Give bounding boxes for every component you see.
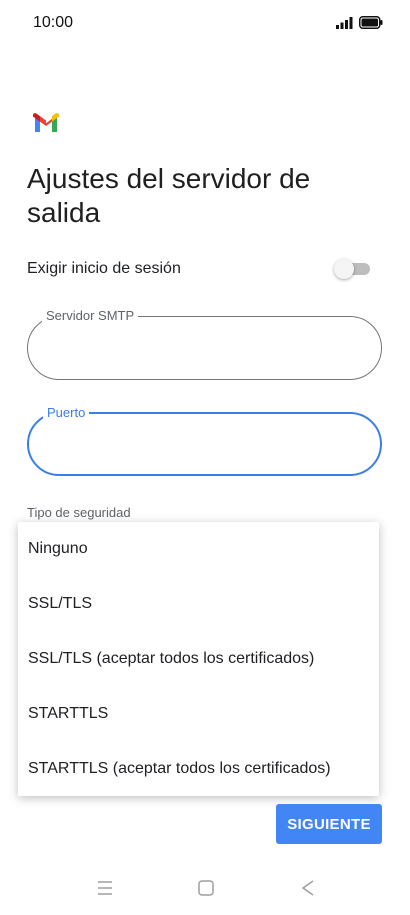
security-type-dropdown: Ninguno SSL/TLS SSL/TLS (aceptar todos l… [18,522,379,796]
security-option-ssl-tls-all-certs[interactable]: SSL/TLS (aceptar todos los certificados) [28,632,314,686]
security-option-none[interactable]: Ninguno [28,522,88,576]
port-field[interactable]: Puerto [27,405,382,476]
back-icon[interactable] [296,876,320,900]
smtp-server-field[interactable]: Servidor SMTP [27,308,382,380]
signal-icon [336,16,353,29]
security-option-starttls-all-certs[interactable]: STARTTLS (aceptar todos los certificados… [28,742,331,796]
port-label: Puerto [43,405,90,420]
smtp-server-label: Servidor SMTP [42,308,139,323]
toggle-thumb [334,259,354,279]
status-time: 10:00 [33,14,74,31]
home-icon[interactable] [194,876,218,900]
recent-apps-icon[interactable] [93,876,117,900]
require-signin-toggle[interactable] [334,259,372,279]
security-type-label: Tipo de seguridad [27,505,131,520]
navigation-bar [0,860,410,915]
status-icons [336,16,383,29]
require-signin-row: Exigir inicio de sesión [27,254,372,284]
security-option-ssl-tls[interactable]: SSL/TLS [28,577,92,631]
page-title: Ajustes del servidor de salida [27,163,311,228]
battery-icon [359,16,383,29]
require-signin-label: Exigir inicio de sesión [27,260,181,277]
gmail-logo-icon [33,113,59,132]
status-bar: 10:00 [0,0,410,46]
security-option-starttls[interactable]: STARTTLS [28,687,108,741]
next-button[interactable]: SIGUIENTE [276,804,382,844]
